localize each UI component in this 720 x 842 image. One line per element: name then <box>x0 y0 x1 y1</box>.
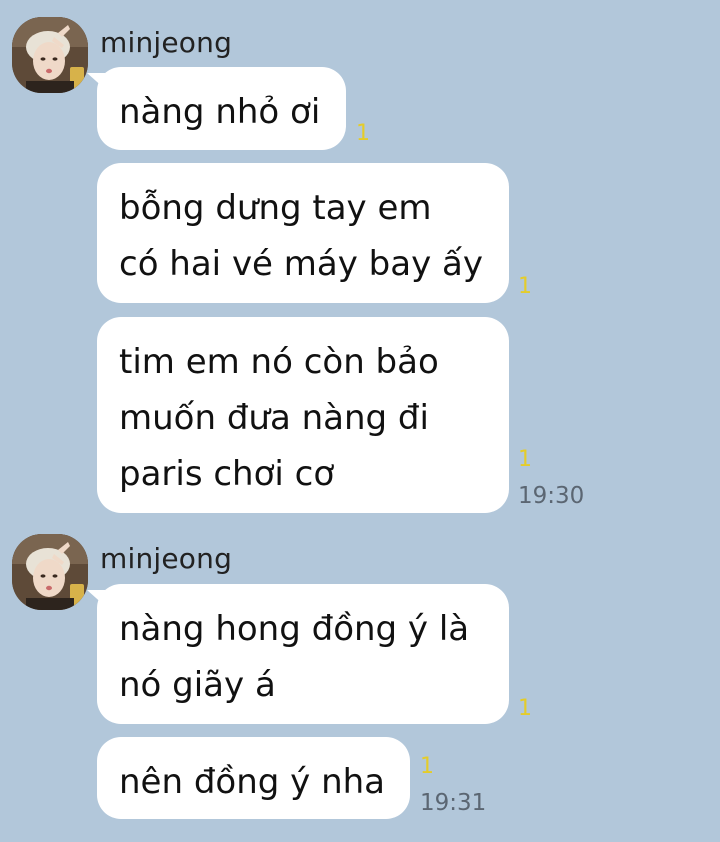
message-bubble[interactable]: bỗng dưng tay em có hai vé máy bay ấy <box>97 163 509 303</box>
sender-name: minjeong <box>100 542 233 575</box>
unread-count: 1 <box>356 121 370 146</box>
profile-photo-icon <box>12 17 88 93</box>
unread-count: 1 <box>518 447 532 472</box>
avatar[interactable] <box>12 534 88 610</box>
sender-name: minjeong <box>100 26 233 59</box>
profile-photo-icon <box>12 534 88 610</box>
message-bubble[interactable]: nàng nhỏ ơi <box>87 67 346 150</box>
message-timestamp: 19:30 <box>518 483 585 509</box>
avatar[interactable] <box>12 17 88 93</box>
unread-count: 1 <box>420 754 434 779</box>
unread-count: 1 <box>518 274 532 299</box>
message-bubble[interactable]: nàng hong đồng ý là nó giãy á <box>87 584 509 724</box>
unread-count: 1 <box>518 696 532 721</box>
message-bubble[interactable]: tim em nó còn bảo muốn đưa nàng đi paris… <box>97 317 509 513</box>
message-bubble[interactable]: nên đồng ý nha <box>97 737 410 819</box>
message-timestamp: 19:31 <box>420 790 487 816</box>
